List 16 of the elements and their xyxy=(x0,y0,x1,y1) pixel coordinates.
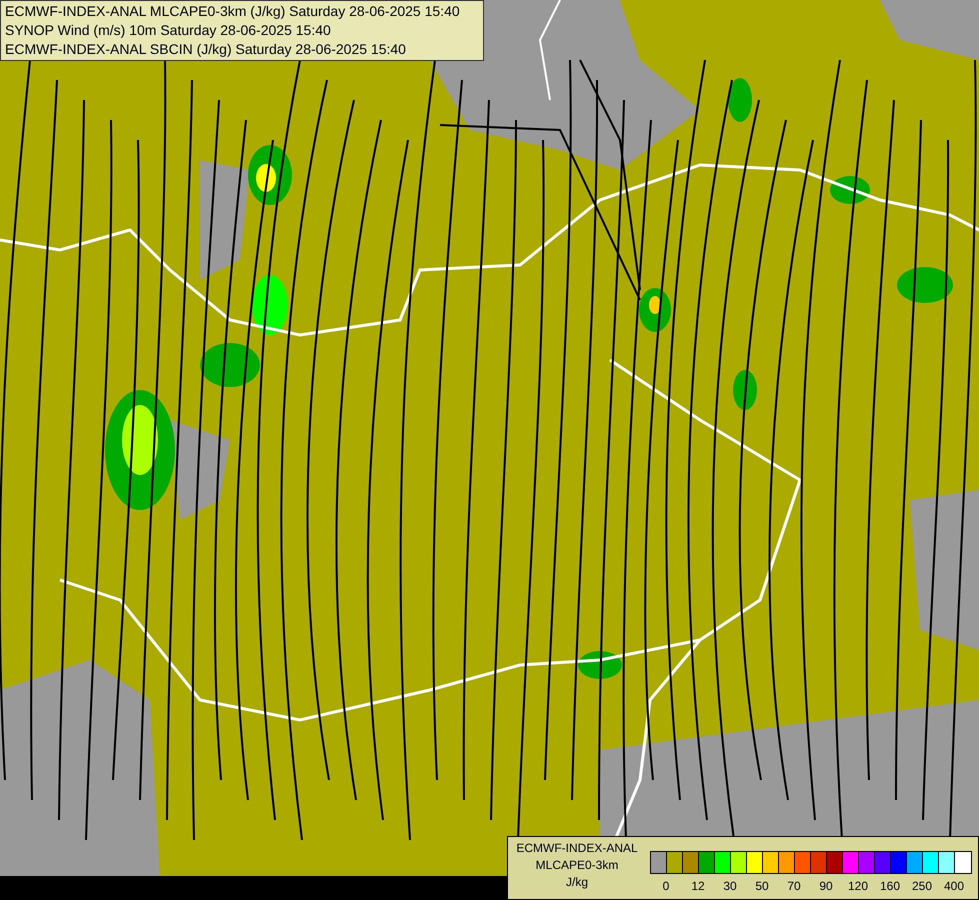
legend-tick-label: 30 xyxy=(723,879,737,893)
legend-tick-label: 12 xyxy=(691,879,705,893)
legend-tick-label: 400 xyxy=(944,879,964,893)
layer-title: SYNOP Wind (m/s) 10m Saturday 28-06-2025 15:40 xyxy=(5,21,332,40)
legend-tick-label: 50 xyxy=(755,879,769,893)
legend-tick-label: 250 xyxy=(912,879,932,893)
legend-title: MLCAPE0-3km xyxy=(536,857,618,874)
legend-tick-label: 90 xyxy=(819,879,833,893)
layer-title: ECMWF-INDEX-ANAL SBCIN (J/kg) Saturday 28-06-2025 15:40 xyxy=(5,40,407,59)
legend-tick-label: 70 xyxy=(787,879,801,893)
layer-title: ECMWF-INDEX-ANAL MLCAPE0-3km (J/kg) Saturday 28-06-2025 15:40 xyxy=(5,2,461,21)
legend-unit: J/kg xyxy=(566,874,588,891)
legend-tick-label: 120 xyxy=(848,879,868,893)
legend-tick-label: 160 xyxy=(880,879,900,893)
legend-title: ECMWF-INDEX-ANAL xyxy=(516,840,638,857)
legend-tick-label: 0 xyxy=(662,879,670,893)
